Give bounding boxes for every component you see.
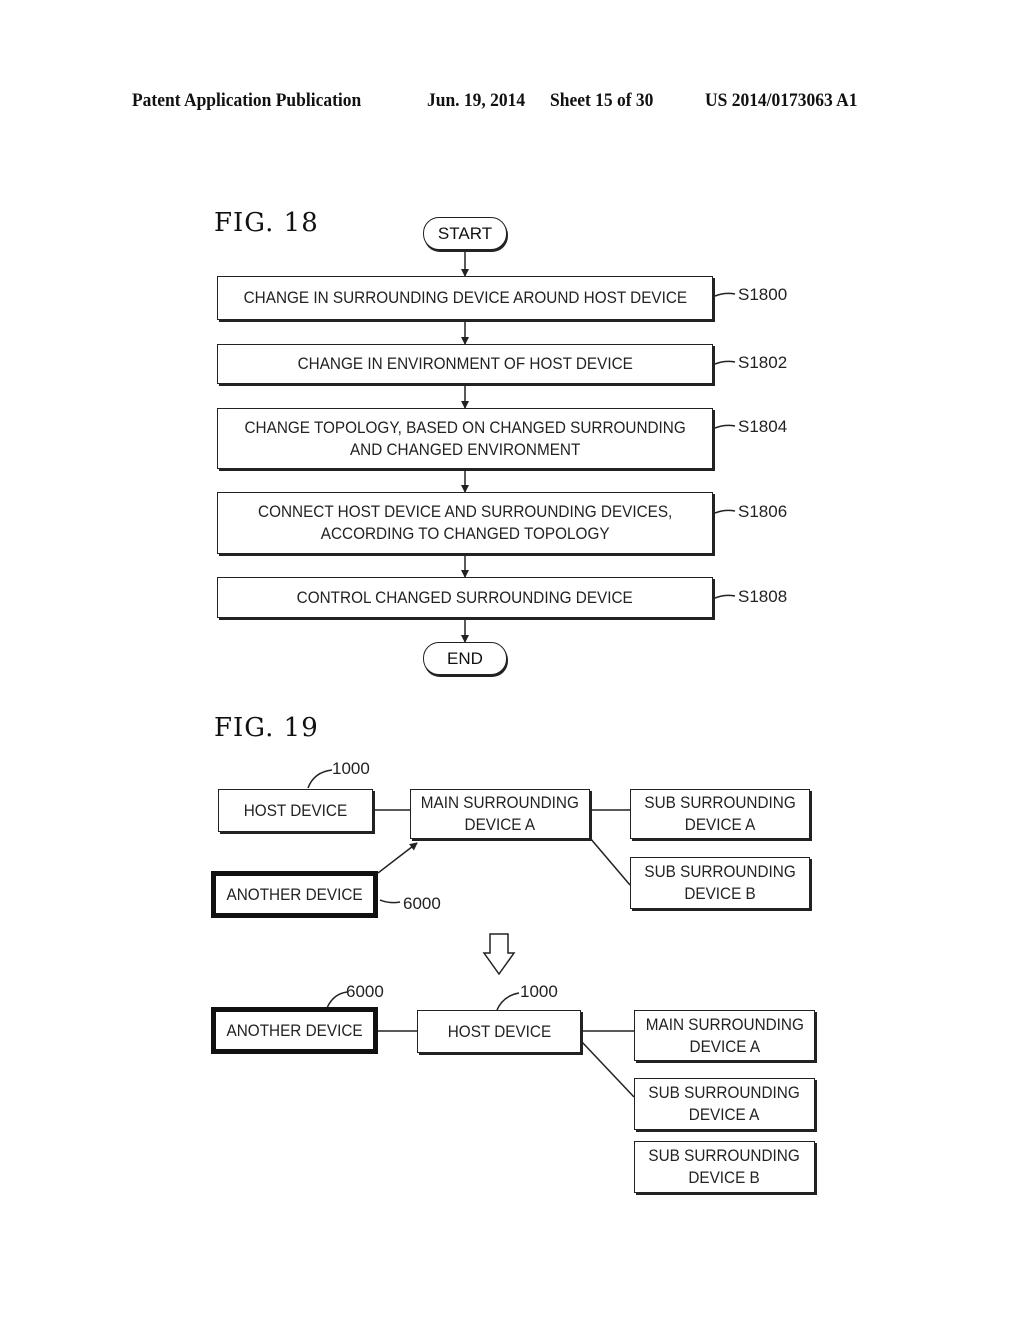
ref-leader [714,594,736,599]
box-label: HOST DEVICE [447,1021,551,1041]
box-label: SUB SURROUNDING DEVICE A [648,1083,801,1124]
ref-leader [714,424,736,429]
box-label: ANOTHER DEVICE [226,1020,363,1040]
start-label: START [437,223,493,243]
step-ref: S1808 [738,587,788,606]
flow-step: CHANGE TOPOLOGY, BASED ON CHANGED SURROU… [217,408,713,469]
ref-leader-6000 [379,899,401,904]
end-terminal: END [423,642,507,675]
ref-1000: 1000 [520,982,558,1001]
figure-19-title: FIG. 19 [214,713,319,743]
ref-leader [714,360,736,365]
ref-leader-1000 [307,769,333,789]
box-label: SUB SURROUNDING DEVICE A [644,793,796,834]
host-device-box: HOST DEVICE [218,789,373,832]
ref-leader-6000 [326,991,348,1009]
ref-leader [714,509,736,514]
ref-6000: 6000 [403,894,441,913]
arrow-another-to-main [377,842,418,874]
step-text: CONNECT HOST DEVICE AND SURROUNDING DEVI… [257,502,673,543]
sub-surrounding-device-b-box: SUB SURROUNDING DEVICE B [630,857,810,909]
step-ref: S1806 [738,502,788,521]
step-text: CONTROL CHANGED SURROUNDING DEVICE [296,587,634,607]
step-text: CHANGE TOPOLOGY, BASED ON CHANGED SURROU… [244,417,686,459]
link-main-sub-b [589,837,631,886]
start-terminal: START [423,217,507,250]
box-label: SUB SURROUNDING DEVICE B [644,862,796,903]
sub-surrounding-device-a-box: SUB SURROUNDING DEVICE A [634,1078,815,1130]
connector-lines [307,250,736,1098]
flow-step: CHANGE IN ENVIRONMENT OF HOST DEVICE [217,344,713,384]
flow-step: CONTROL CHANGED SURROUNDING DEVICE [217,577,713,618]
step-ref: S1804 [738,417,788,436]
box-label: HOST DEVICE [243,800,348,820]
box-label: MAIN SURROUNDING DEVICE A [645,1014,804,1056]
link-host-sub-a [581,1041,635,1098]
sub-surrounding-device-a-box: SUB SURROUNDING DEVICE A [630,789,810,839]
another-device-box: ANOTHER DEVICE [211,871,378,918]
box-label: ANOTHER DEVICE [226,884,363,904]
box-label: SUB SURROUNDING DEVICE B [648,1146,801,1187]
step-ref: S1802 [738,353,788,372]
end-label: END [447,648,483,668]
box-label: MAIN SURROUNDING DEVICE A [420,793,580,834]
ref-leader [714,292,736,297]
main-surrounding-device-a-box: MAIN SURROUNDING DEVICE A [410,789,590,839]
ref-leader-1000 [496,992,520,1011]
ref-6000: 6000 [346,982,384,1001]
another-device-box: ANOTHER DEVICE [211,1007,378,1054]
flow-step: CHANGE IN SURROUNDING DEVICE AROUND HOST… [217,276,713,320]
ref-1000: 1000 [332,759,370,778]
flow-step: CONNECT HOST DEVICE AND SURROUNDING DEVI… [217,492,713,554]
step-text: CHANGE IN ENVIRONMENT OF HOST DEVICE [297,354,633,373]
host-device-box: HOST DEVICE [417,1010,581,1053]
step-ref: S1800 [738,285,788,304]
sub-surrounding-device-b-box: SUB SURROUNDING DEVICE B [634,1141,815,1193]
step-text: CHANGE IN SURROUNDING DEVICE AROUND HOST… [243,288,687,307]
transition-arrow [482,933,516,976]
figure-18-title: FIG. 18 [214,208,319,238]
main-surrounding-device-a-box: MAIN SURROUNDING DEVICE A [634,1010,815,1061]
